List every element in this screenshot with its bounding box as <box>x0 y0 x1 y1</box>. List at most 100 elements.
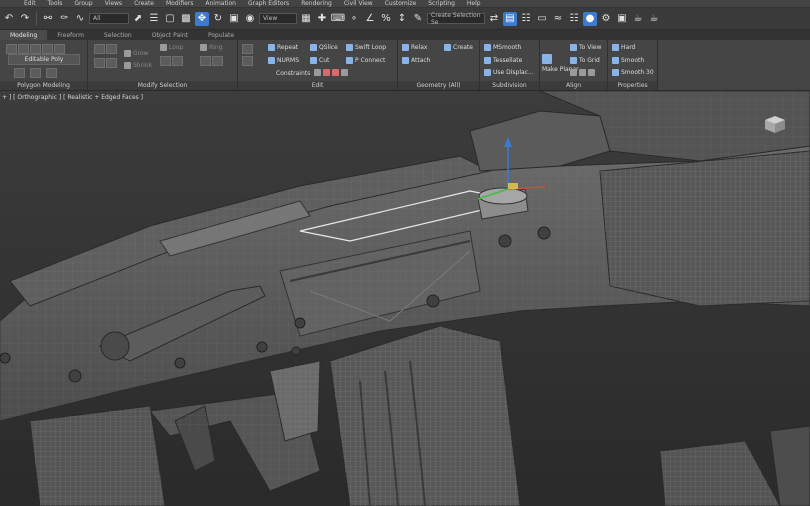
cut-button[interactable]: Cut <box>310 57 329 64</box>
loop-mode-icon[interactable] <box>160 56 171 66</box>
loop-button[interactable]: Loop <box>160 44 183 51</box>
shrink-button[interactable]: Shrink <box>124 62 152 69</box>
repeat-button[interactable]: Repeat <box>268 44 298 51</box>
nurms-button[interactable]: NURMS <box>268 57 299 64</box>
toggle-ribbon-icon[interactable]: ▭ <box>535 12 549 26</box>
ring-mode-icon[interactable] <box>200 56 211 66</box>
stack-up-icon[interactable] <box>94 44 105 54</box>
use-displace-button[interactable]: Use Displac... <box>484 69 534 76</box>
create-button[interactable]: Create <box>444 44 473 51</box>
layer-explorer-icon[interactable]: ☷ <box>519 12 533 26</box>
mirror-icon[interactable]: ⇄ <box>487 12 501 26</box>
menu-create[interactable]: Create <box>134 0 154 7</box>
angle-snap-icon[interactable]: ∠ <box>363 12 377 26</box>
preserve-uvs-icon[interactable] <box>242 44 253 54</box>
menu-graph-editors[interactable]: Graph Editors <box>248 0 289 7</box>
named-selection-dropdown[interactable]: Create Selection Se <box>427 12 485 26</box>
schematic-view-icon[interactable]: ☷ <box>567 12 581 26</box>
p-connect-button[interactable]: P Connect <box>346 57 385 64</box>
menu-rendering[interactable]: Rendering <box>301 0 332 7</box>
rendered-frame-icon[interactable]: ▣ <box>615 12 629 26</box>
percent-snap-icon[interactable]: % <box>379 12 393 26</box>
tab-freeform[interactable]: Freeform <box>47 30 94 40</box>
tweak-icon[interactable] <box>242 56 253 66</box>
rifle-model[interactable] <box>0 91 810 506</box>
spinner-snap-icon[interactable]: ↕ <box>395 12 409 26</box>
render-active-icon[interactable]: ☕ <box>647 12 661 26</box>
region-select-icon[interactable]: ▢ <box>163 12 177 26</box>
perspective-viewport[interactable]: + ] [ Orthographic ] [ Realistic + Edged… <box>0 91 810 506</box>
viewport-label[interactable]: + ] [ Orthographic ] [ Realistic + Edged… <box>2 94 143 101</box>
border-mode-icon[interactable] <box>30 44 41 54</box>
tab-selection[interactable]: Selection <box>94 30 142 40</box>
tessellate-button[interactable]: Tessellate <box>484 57 522 64</box>
collapse-stack-icon[interactable] <box>46 68 57 78</box>
viewcube-icon[interactable] <box>762 113 788 135</box>
move-icon[interactable]: ✥ <box>195 11 209 26</box>
panel-title-subdivision[interactable]: Subdivision <box>480 81 539 90</box>
teapot-icon[interactable]: ☕ <box>631 12 645 26</box>
place-icon[interactable]: ◉ <box>243 12 257 26</box>
curve-editor-icon[interactable]: ≈ <box>551 12 565 26</box>
panel-title-polygon-modeling[interactable]: Polygon Modeling <box>0 81 87 90</box>
bind-space-warp-icon[interactable]: ∿ <box>73 12 87 26</box>
selection-filter-dropdown[interactable]: All <box>89 13 129 24</box>
vertex-mode-icon[interactable] <box>6 44 17 54</box>
menu-tools[interactable]: Tools <box>48 0 63 7</box>
tab-object-paint[interactable]: Object Paint <box>142 30 198 40</box>
unlink-icon[interactable]: ⚰ <box>57 12 71 26</box>
menu-modifiers[interactable]: Modifiers <box>166 0 193 7</box>
constraint-face-icon[interactable] <box>332 69 339 76</box>
to-grid-button[interactable]: To Grid <box>570 57 600 64</box>
smooth-button[interactable]: Smooth <box>612 57 644 64</box>
align-icon[interactable]: ▤ <box>503 11 517 26</box>
stack-down-icon[interactable] <box>106 44 117 54</box>
menu-help[interactable]: Help <box>467 0 481 7</box>
material-editor-icon[interactable]: ● <box>583 11 597 26</box>
hard-button[interactable]: Hard <box>612 44 635 51</box>
window-crossing-icon[interactable]: ▩ <box>179 12 193 26</box>
align-z-icon[interactable] <box>588 69 595 76</box>
grow-button[interactable]: Grow <box>124 50 149 57</box>
select-manipulate-icon[interactable]: ✚ <box>315 12 329 26</box>
select-by-name-icon[interactable]: ☰ <box>147 12 161 26</box>
next-modifier-icon[interactable] <box>30 68 41 78</box>
previous-modifier-icon[interactable] <box>14 68 25 78</box>
rotate-icon[interactable]: ↻ <box>211 12 225 26</box>
msmooth-button[interactable]: MSmooth <box>484 44 521 51</box>
menu-customize[interactable]: Customize <box>385 0 417 7</box>
tab-modeling[interactable]: Modeling <box>0 30 48 40</box>
menu-edit[interactable]: Edit <box>24 0 36 7</box>
align-x-icon[interactable] <box>570 69 577 76</box>
swift-loop-button[interactable]: Swift Loop <box>346 44 386 51</box>
edge-mode-icon[interactable] <box>18 44 29 54</box>
scale-icon[interactable]: ▣ <box>227 12 241 26</box>
panel-title-edit[interactable]: Edit <box>238 81 397 90</box>
constraint-normal-icon[interactable] <box>341 69 348 76</box>
panel-title-geometry[interactable]: Geometry (All) <box>398 81 479 90</box>
smooth-30-button[interactable]: Smooth 30 <box>612 69 654 76</box>
polygon-mode-icon[interactable] <box>42 44 53 54</box>
loop-step-icon[interactable] <box>172 56 183 66</box>
undo-icon[interactable]: ↶ <box>2 12 16 26</box>
ring-button[interactable]: Ring <box>200 44 222 51</box>
attach-button[interactable]: Attach <box>402 57 430 64</box>
panel-title-align[interactable]: Align <box>540 81 607 90</box>
reference-coordinate-dropdown[interactable]: View <box>259 13 297 24</box>
edit-named-selections-icon[interactable]: ✎ <box>411 12 425 26</box>
editable-poly-object[interactable]: Editable Poly <box>8 54 80 65</box>
menu-animation[interactable]: Animation <box>205 0 236 7</box>
panel-title-modify-selection[interactable]: Modify Selection <box>88 81 237 90</box>
menu-views[interactable]: Views <box>105 0 122 7</box>
keyboard-shortcut-icon[interactable]: ⌨ <box>331 12 345 26</box>
link-icon[interactable]: ⚯ <box>41 12 55 26</box>
to-view-button[interactable]: To View <box>570 44 601 51</box>
panel-title-properties[interactable]: Properties <box>608 81 657 90</box>
pin-stack-icon[interactable] <box>94 58 105 68</box>
ring-step-icon[interactable] <box>212 56 223 66</box>
relax-button[interactable]: Relax <box>402 44 428 51</box>
menu-civil-view[interactable]: Civil View <box>344 0 373 7</box>
menu-group[interactable]: Group <box>74 0 92 7</box>
snap-3d-icon[interactable]: ∘ <box>347 12 361 26</box>
element-mode-icon[interactable] <box>54 44 65 54</box>
